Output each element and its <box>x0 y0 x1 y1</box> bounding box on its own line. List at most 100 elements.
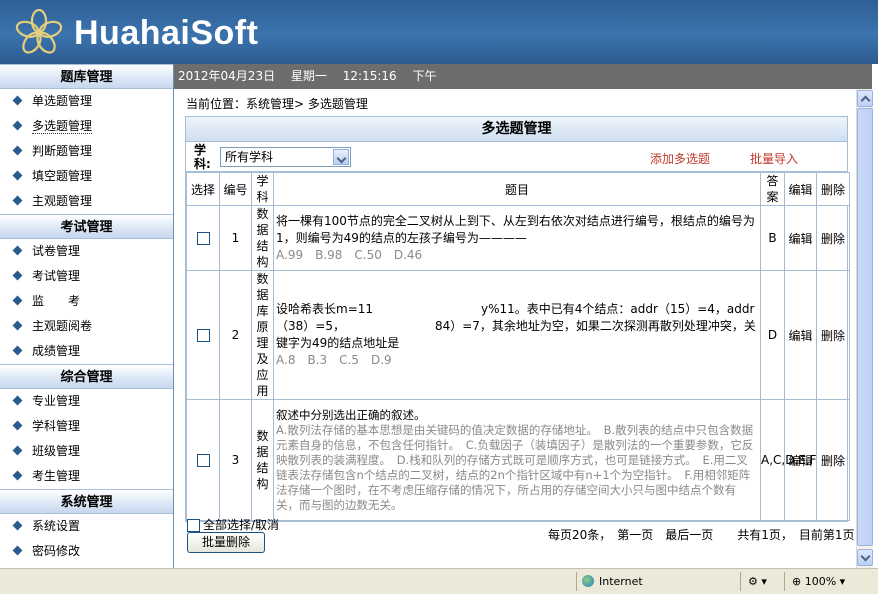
col-header-edit: 编辑 <box>784 172 817 206</box>
protected-mode-icon[interactable]: ⚙ ▾ <box>748 575 767 588</box>
diamond-bullet-icon <box>12 270 23 281</box>
delete-link[interactable]: 删除 <box>816 205 850 271</box>
sidebar-item-fill-blank[interactable]: 填空题管理 <box>0 164 173 189</box>
row-num: 1 <box>219 205 252 271</box>
date-text: 2012年04月23日 <box>178 69 276 83</box>
zoom-level: 100% <box>804 575 837 588</box>
status-divider <box>740 572 741 591</box>
row-subject: 数据库原理及应用 <box>251 270 274 400</box>
chevron-down-icon[interactable] <box>333 149 349 165</box>
sidebar-item-scores[interactable]: 成绩管理 <box>0 339 173 364</box>
diamond-bullet-icon <box>12 195 23 206</box>
edit-link[interactable]: 编辑 <box>784 270 817 400</box>
row-subject: 数据结构 <box>251 205 274 271</box>
row-checkbox[interactable] <box>196 329 210 342</box>
sidebar-item-grading[interactable]: 主观题阅卷 <box>0 314 173 339</box>
period-text: 下午 <box>412 69 437 83</box>
delete-link[interactable]: 删除 <box>816 270 850 400</box>
row-question: 设哈希表长m=11 y%11。表中已有4个结点：addr（15）=4，addr（… <box>276 302 756 350</box>
row-question-cell: 设哈希表长m=11 y%11。表中已有4个结点：addr（15）=4，addr（… <box>273 270 761 400</box>
diamond-bullet-icon <box>12 545 23 556</box>
app-header: HuahaiSoft <box>0 0 878 64</box>
row-checkbox[interactable] <box>196 454 210 467</box>
zone-label: Internet <box>599 575 643 588</box>
row-answer: B <box>760 205 785 271</box>
row-select-cell <box>186 270 220 400</box>
sidebar-item-single-choice[interactable]: 单选题管理 <box>0 89 173 114</box>
select-all-label: 全部选择/取消 <box>203 518 280 532</box>
row-select-cell <box>186 399 220 521</box>
col-header-select: 选择 <box>186 172 220 206</box>
select-all-row[interactable]: 全部选择/取消 <box>187 516 279 533</box>
row-question: 叙述中分别选出正确的叙述。 <box>276 407 426 422</box>
table-row: 3 数据结构 叙述中分别选出正确的叙述。 A.散列法存储的基本思想是由关键码的值… <box>186 399 850 521</box>
edit-link[interactable]: 编辑 <box>784 399 817 521</box>
row-question-cell: 叙述中分别选出正确的叙述。 A.散列法存储的基本思想是由关键码的值决定数据的存储… <box>273 399 761 521</box>
questions-table: 选择 编号 学科 题目 答案 编辑 删除 1 数据结构 将一棵有100节点的完全… <box>186 172 850 521</box>
subject-label: 学科: <box>194 143 211 171</box>
col-header-answer: 答案 <box>760 172 785 206</box>
col-header-delete: 删除 <box>816 172 850 206</box>
sidebar-item-majors[interactable]: 专业管理 <box>0 389 173 414</box>
col-header-subject: 学科 <box>251 172 274 206</box>
diamond-bullet-icon <box>12 395 23 406</box>
row-question: 将一棵有100节点的完全二叉树从上到下、从左到右依次对结点进行编号，根结点的编号… <box>276 213 755 245</box>
sidebar-item-proctor[interactable]: 监 考 <box>0 289 173 314</box>
scroll-up-icon[interactable] <box>857 90 873 107</box>
edit-link[interactable]: 编辑 <box>784 205 817 271</box>
sidebar-item-subjective[interactable]: 主观题管理 <box>0 189 173 214</box>
breadcrumb: 当前位置：系统管理> 多选题管理 <box>186 97 368 111</box>
row-select-cell <box>186 205 220 271</box>
time-text: 12:15:16 <box>342 69 397 83</box>
add-question-link[interactable]: 添加多选题 <box>650 150 710 167</box>
row-answer: D <box>760 270 785 400</box>
panel-title: 多选题管理 <box>186 117 847 142</box>
select-all-checkbox[interactable] <box>187 519 200 532</box>
subject-select[interactable]: 所有学科 <box>220 147 351 167</box>
sidebar-item-multi-choice[interactable]: 多选题管理 <box>0 114 173 139</box>
app-name: HuahaiSoft <box>74 14 259 52</box>
sidebar-item-classes[interactable]: 班级管理 <box>0 439 173 464</box>
sidebar-item-exams[interactable]: 考试管理 <box>0 264 173 289</box>
row-checkbox[interactable] <box>196 232 210 245</box>
sidebar: 题库管理 单选题管理 多选题管理 判断题管理 填空题管理 主观题管理 考试管理 … <box>0 64 174 568</box>
sidebar-section-title: 综合管理 <box>0 364 173 389</box>
row-num: 3 <box>219 399 252 521</box>
sidebar-section-title: 题库管理 <box>0 64 173 89</box>
sidebar-item-password[interactable]: 密码修改 <box>0 539 173 564</box>
table-row: 1 数据结构 将一棵有100节点的完全二叉树从上到下、从左到右依次对结点进行编号… <box>186 205 850 271</box>
col-header-question: 题目 <box>273 172 761 206</box>
scroll-down-icon[interactable] <box>857 549 873 566</box>
batch-import-link[interactable]: 批量导入 <box>750 150 798 167</box>
vertical-scrollbar[interactable] <box>856 89 873 568</box>
sidebar-item-settings[interactable]: 系统设置 <box>0 514 173 539</box>
diamond-bullet-icon <box>12 320 23 331</box>
diamond-bullet-icon <box>12 420 23 431</box>
sidebar-item-true-false[interactable]: 判断题管理 <box>0 139 173 164</box>
diamond-bullet-icon <box>12 245 23 256</box>
scrollbar-thumb[interactable] <box>857 108 873 546</box>
row-options: A.8 B.3 C.5 D.9 <box>276 353 392 367</box>
date-bar: 2012年04月23日 星期一 12:15:16 下午 <box>174 64 872 89</box>
diamond-bullet-icon <box>12 145 23 156</box>
security-zone: Internet <box>582 575 643 588</box>
filter-toolbar: 学科: 所有学科 添加多选题 批量导入 <box>186 142 847 172</box>
zoom-icon: ⊕ <box>792 575 805 588</box>
weekday-text: 星期一 <box>290 69 327 83</box>
delete-link[interactable]: 删除 <box>816 399 850 521</box>
sidebar-item-students[interactable]: 考生管理 <box>0 464 173 489</box>
sidebar-item-subjects[interactable]: 学科管理 <box>0 414 173 439</box>
diamond-bullet-icon <box>12 295 23 306</box>
row-num: 2 <box>219 270 252 400</box>
batch-delete-button[interactable]: 批量删除 <box>187 532 265 553</box>
browser-status-bar: Internet ⚙ ▾ ⊕ 100% ▾ <box>0 568 878 594</box>
diamond-bullet-icon <box>12 120 23 131</box>
status-divider <box>784 572 785 591</box>
table-header-row: 选择 编号 学科 题目 答案 编辑 删除 <box>186 172 850 206</box>
zoom-control[interactable]: ⊕ 100% ▾ <box>792 575 845 588</box>
diamond-bullet-icon <box>12 95 23 106</box>
diamond-bullet-icon <box>12 470 23 481</box>
col-header-num: 编号 <box>219 172 252 206</box>
diamond-bullet-icon <box>12 445 23 456</box>
sidebar-item-papers[interactable]: 试卷管理 <box>0 239 173 264</box>
